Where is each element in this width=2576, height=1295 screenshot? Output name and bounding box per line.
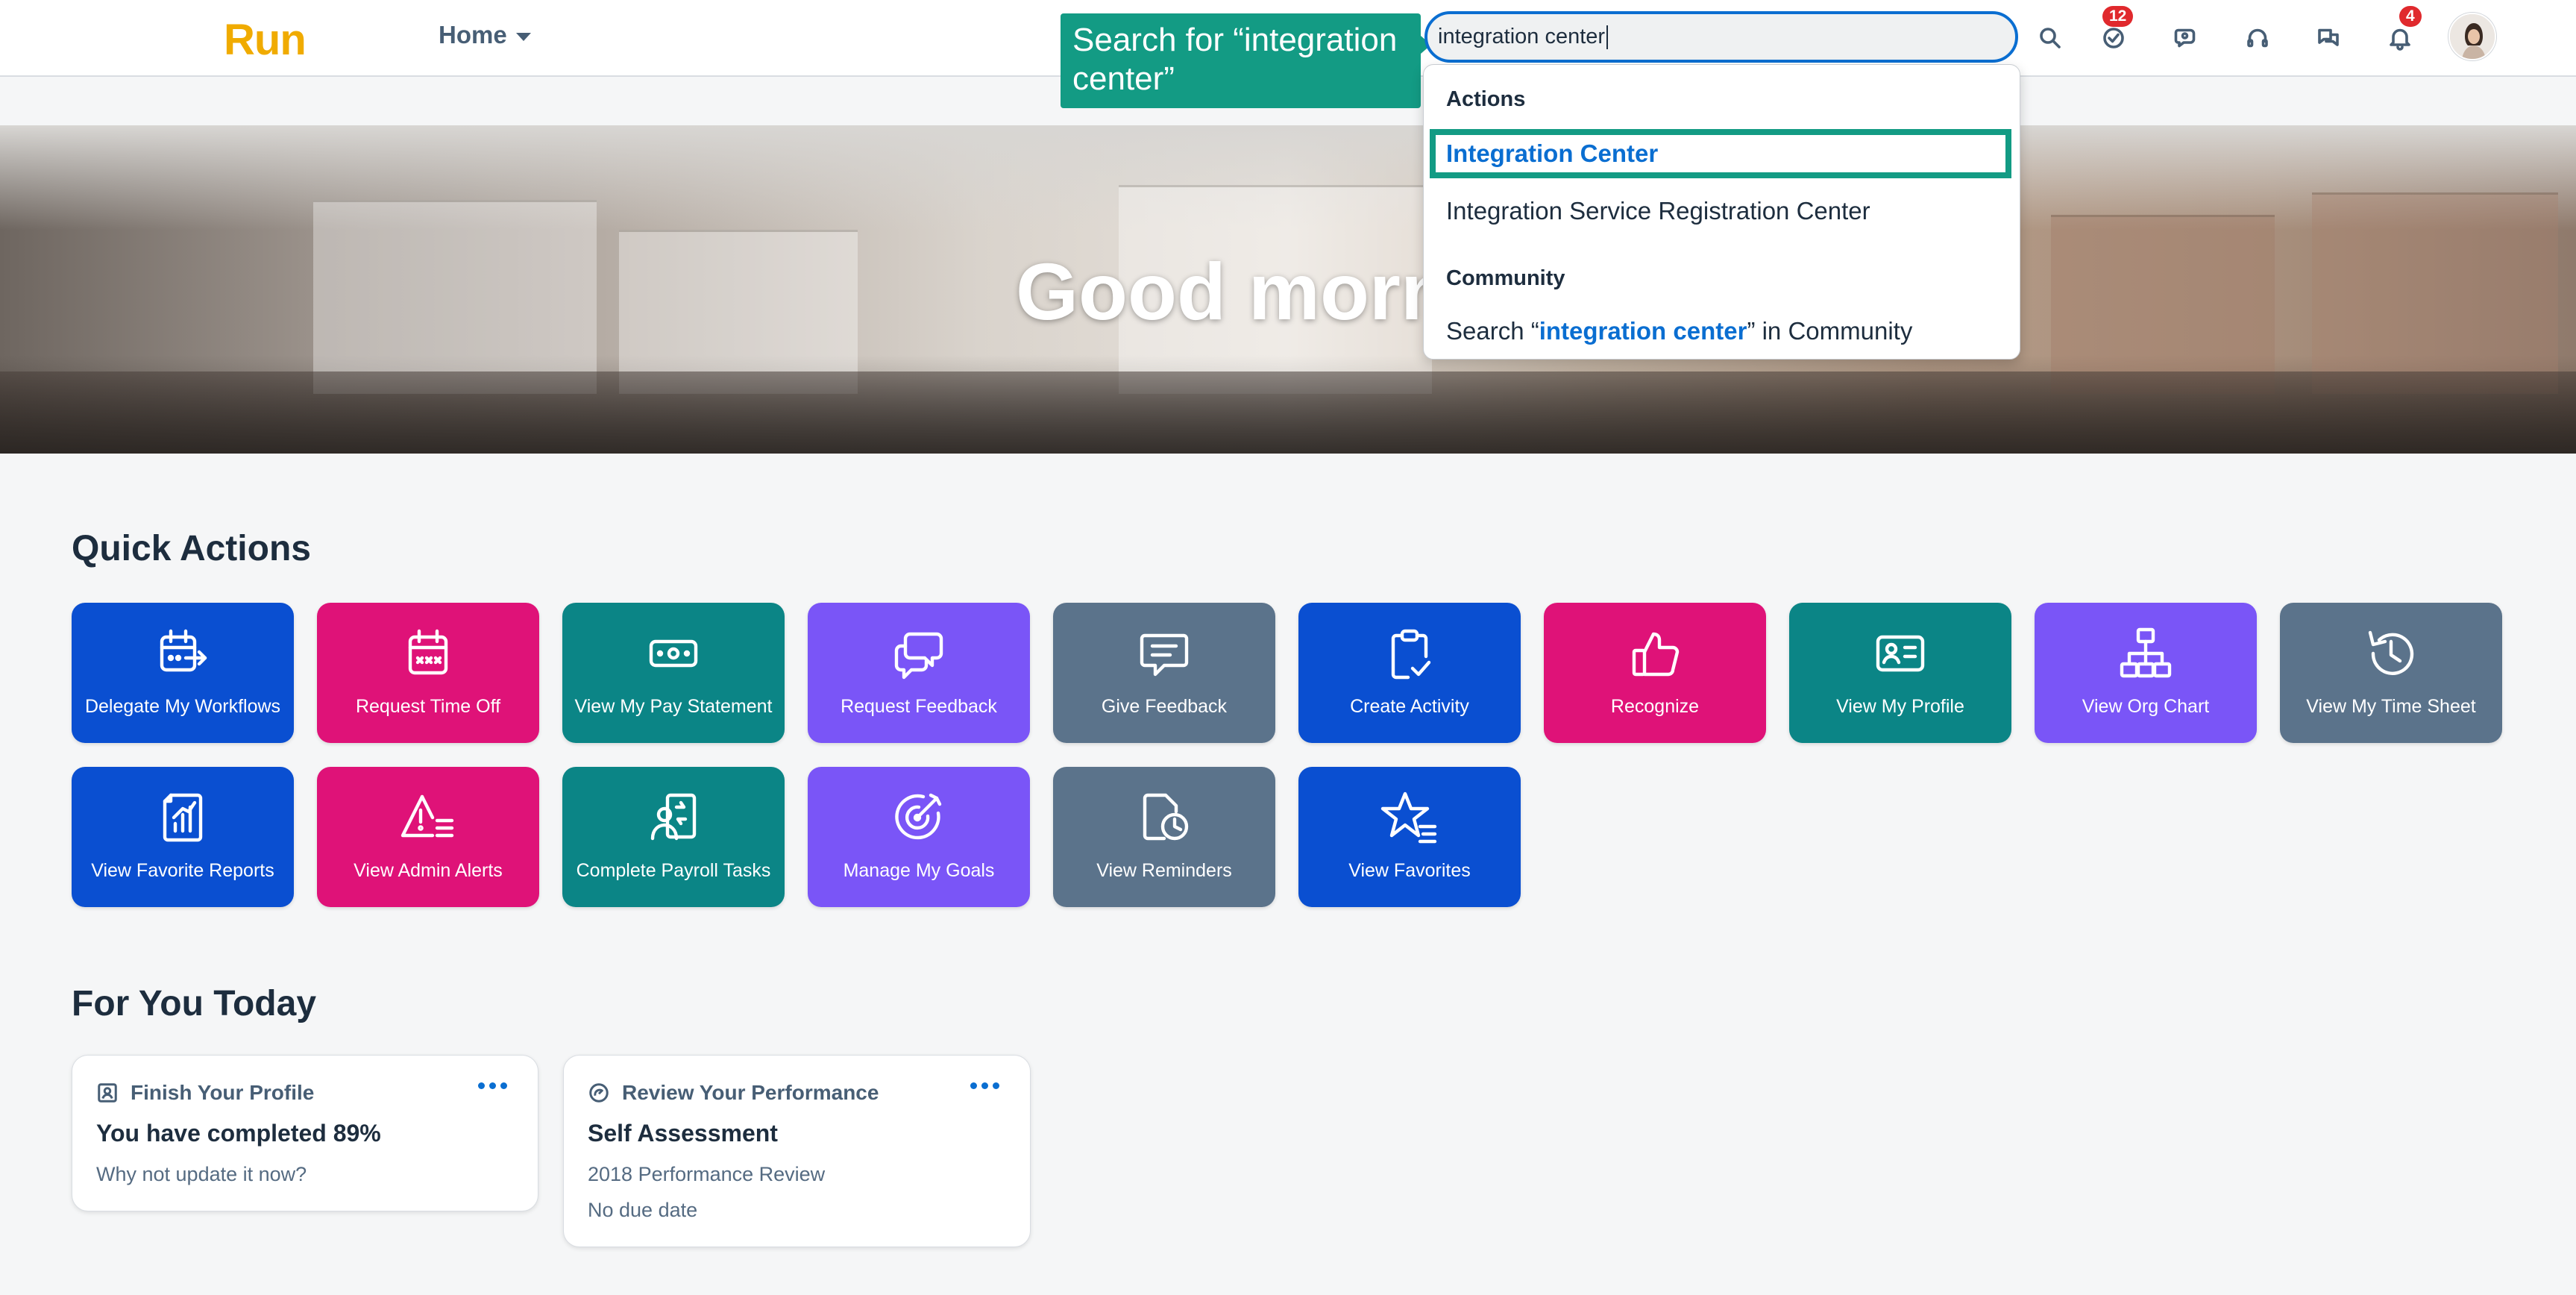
calendar-icon — [398, 624, 458, 683]
star-list-icon — [1380, 788, 1439, 847]
user-avatar[interactable] — [2448, 13, 2496, 60]
banner-building — [313, 200, 597, 394]
tile-view-my-profile[interactable]: View My Profile — [1789, 603, 2011, 743]
card-header-label: Review Your Performance — [622, 1081, 879, 1104]
speech-bubbles-icon — [889, 624, 949, 683]
community-suffix: ” in Community — [1747, 317, 1913, 345]
card-header-label: Finish Your Profile — [131, 1081, 315, 1104]
welcome-banner: Good morn — [0, 125, 2576, 454]
greeting-text: Good morn — [1016, 246, 1450, 336]
performance-icon — [589, 1083, 609, 1103]
banner-building — [619, 230, 858, 394]
feedback-icon[interactable] — [2310, 19, 2347, 57]
search-input[interactable]: integration center — [1424, 11, 2018, 63]
reminder-icon — [1134, 788, 1194, 847]
tile-give-feedback[interactable]: Give Feedback — [1053, 603, 1275, 743]
tile-recognize[interactable]: Recognize — [1544, 603, 1766, 743]
tile-label: Request Time Off — [355, 696, 501, 717]
tile-label: Create Activity — [1350, 696, 1469, 717]
profile-icon — [98, 1083, 117, 1103]
tile-manage-my-goals[interactable]: Manage My Goals — [808, 767, 1030, 907]
card-subtitle: 2018 Performance Review — [588, 1163, 826, 1185]
report-icon — [153, 788, 213, 847]
tile-label: Delegate My Workflows — [84, 696, 281, 717]
banner-canal — [0, 371, 2576, 454]
banner-building — [2312, 192, 2558, 394]
chat-icon[interactable] — [2167, 19, 2205, 57]
tile-label: View Favorites — [1348, 860, 1471, 881]
card-title: Self Assessment — [588, 1120, 778, 1147]
headset-icon[interactable] — [2239, 19, 2276, 57]
tile-view-reminders[interactable]: View Reminders — [1053, 767, 1275, 907]
card-title: You have completed 89% — [96, 1120, 381, 1147]
search-suggestions-dropdown: Actions Integration Center Integration S… — [1423, 64, 2020, 360]
tile-label: View Admin Alerts — [354, 860, 503, 881]
tile-label: Manage My Goals — [843, 860, 995, 881]
tile-request-feedback[interactable]: Request Feedback — [808, 603, 1030, 743]
tile-label: View My Profile — [1836, 696, 1964, 717]
text-cursor — [1606, 25, 1609, 49]
suggestion-integration-center[interactable]: Integration Center — [1430, 129, 2011, 178]
community-term: integration center — [1539, 317, 1747, 345]
tile-create-activity[interactable]: Create Activity — [1298, 603, 1521, 743]
search-input-value: integration center — [1438, 25, 1606, 48]
community-prefix: Search “ — [1446, 317, 1539, 345]
quick-actions-title: Quick Actions — [72, 529, 311, 568]
caret-down-icon — [515, 32, 531, 41]
tile-label: Give Feedback — [1101, 696, 1228, 717]
tile-request-time-off[interactable]: Request Time Off — [317, 603, 539, 743]
suggestion-group-actions: Actions — [1446, 87, 1526, 111]
tile-label: View My Pay Statement — [574, 696, 773, 717]
search-icon[interactable] — [2032, 19, 2069, 57]
for-you-today-title: For You Today — [72, 984, 317, 1023]
tile-view-my-pay-statement[interactable]: View My Pay Statement — [562, 603, 785, 743]
tile-view-org-chart[interactable]: View Org Chart — [2035, 603, 2257, 743]
suggestion-integration-service-registration-center[interactable]: Integration Service Registration Center — [1430, 186, 2011, 236]
tile-delegate-my-workflows[interactable]: Delegate My Workflows — [72, 603, 294, 743]
card-due-date: No due date — [588, 1199, 698, 1221]
money-icon — [644, 624, 703, 683]
card-finish-your-profile[interactable]: Finish Your Profile You have completed 8… — [72, 1055, 538, 1211]
tile-label: Complete Payroll Tasks — [576, 860, 771, 881]
tile-label: View My Time Sheet — [2306, 696, 2476, 717]
more-options-button[interactable] — [970, 1082, 999, 1089]
message-icon — [1134, 624, 1194, 683]
alert-list-icon — [398, 788, 458, 847]
payroll-icon — [644, 788, 703, 847]
thumbs-up-icon — [1625, 624, 1685, 683]
history-icon — [2361, 624, 2421, 683]
home-menu-button[interactable]: Home — [439, 21, 531, 49]
tile-view-admin-alerts[interactable]: View Admin Alerts — [317, 767, 539, 907]
card-header: Review Your Performance — [588, 1081, 879, 1105]
tile-view-favorites[interactable]: View Favorites — [1298, 767, 1521, 907]
delegate-icon — [153, 624, 213, 683]
tile-label: View Favorite Reports — [91, 860, 274, 881]
tile-label: View Reminders — [1096, 860, 1232, 881]
tile-view-favorite-reports[interactable]: View Favorite Reports — [72, 767, 294, 907]
instruction-callout: Search for “integration center” — [1061, 13, 1431, 108]
tile-label: Recognize — [1610, 696, 1700, 717]
org-chart-icon — [2116, 624, 2176, 683]
tile-label: Request Feedback — [841, 696, 997, 717]
suggestion-search-community[interactable]: Search “integration center” in Community — [1430, 307, 2011, 356]
home-menu-label: Home — [439, 21, 507, 48]
app-logo[interactable]: Run — [224, 15, 307, 65]
tasks-badge: 12 — [2102, 6, 2134, 27]
suggestion-group-community: Community — [1446, 266, 1565, 290]
card-review-your-performance[interactable]: Review Your Performance Self Assessment … — [563, 1055, 1031, 1247]
clipboard-check-icon — [1380, 624, 1439, 683]
tasks-icon[interactable]: 12 — [2095, 6, 2134, 57]
tile-view-my-time-sheet[interactable]: View My Time Sheet — [2280, 603, 2502, 743]
banner-building — [2051, 215, 2275, 394]
bell-icon[interactable]: 4 — [2381, 6, 2422, 57]
id-card-icon — [1870, 624, 1930, 683]
more-options-button[interactable] — [478, 1082, 507, 1089]
target-icon — [889, 788, 949, 847]
tile-complete-payroll-tasks[interactable]: Complete Payroll Tasks — [562, 767, 785, 907]
tile-label: View Org Chart — [2082, 696, 2210, 717]
card-header: Finish Your Profile — [96, 1081, 314, 1105]
card-subtitle: Why not update it now? — [96, 1163, 307, 1185]
notifications-badge: 4 — [2399, 6, 2422, 27]
